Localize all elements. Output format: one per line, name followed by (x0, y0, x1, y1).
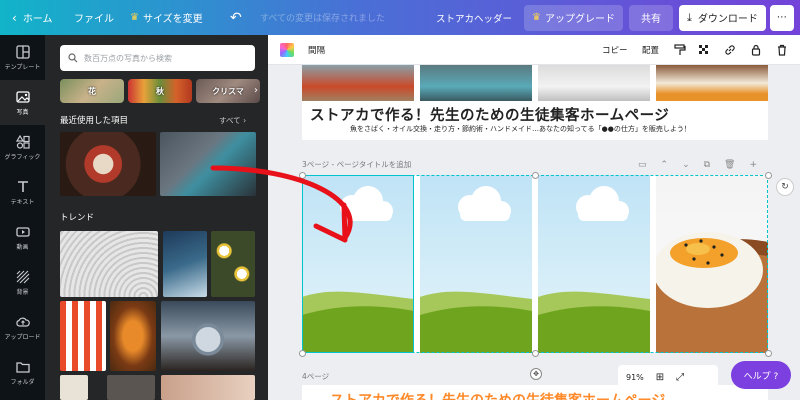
help-button[interactable]: ヘルプ ? (731, 361, 791, 389)
annotation-arrow (210, 165, 353, 243)
